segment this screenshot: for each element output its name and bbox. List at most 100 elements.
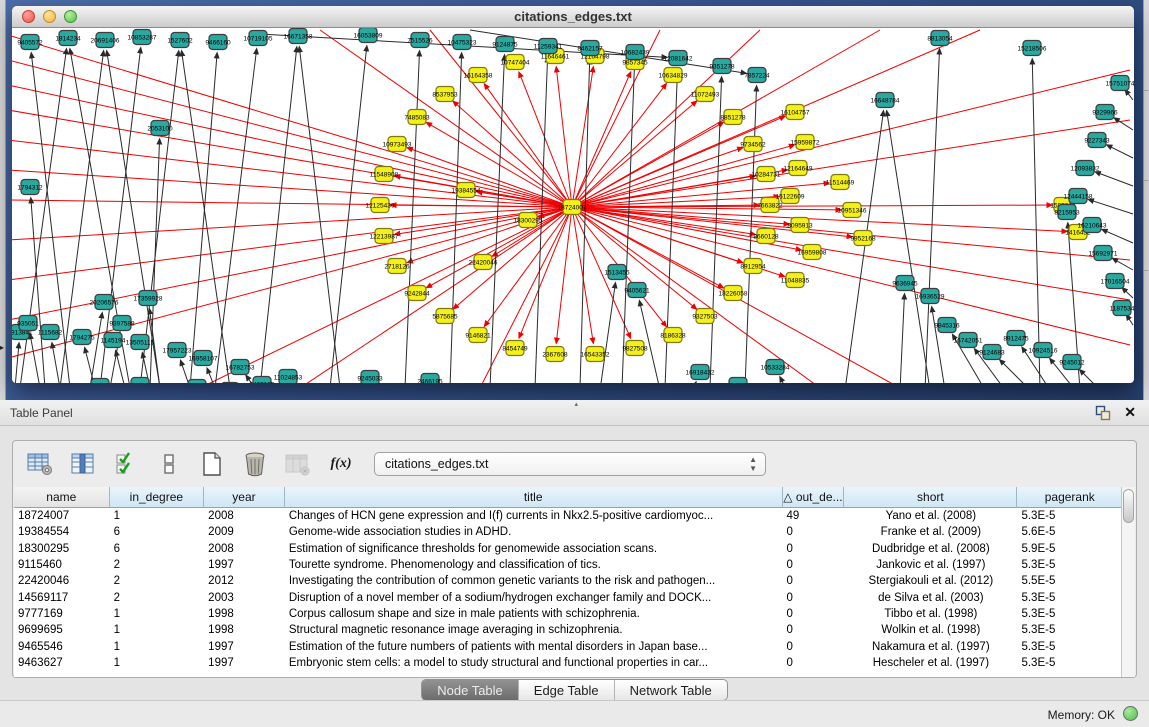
zoom-window-icon[interactable]: [64, 10, 77, 23]
float-panel-icon[interactable]: [1095, 405, 1111, 421]
graph-node[interactable]: 15751074: [1106, 76, 1134, 91]
graph-node[interactable]: 9227343: [1084, 133, 1110, 148]
graph-node[interactable]: 16782753: [226, 360, 255, 375]
graph-node[interactable]: 10853287: [128, 30, 157, 45]
graph-node[interactable]: 11072493: [691, 87, 720, 102]
graph-edge[interactable]: [1114, 118, 1133, 130]
collapse-arrow-icon[interactable]: ▸: [0, 344, 4, 352]
graph-edge[interactable]: [300, 207, 572, 383]
network-window-titlebar[interactable]: citations_edges.txt: [12, 6, 1134, 28]
graph-node[interactable]: 1814234: [55, 31, 81, 46]
graph-node[interactable]: 9397588: [109, 316, 135, 331]
graph-edge[interactable]: [572, 70, 1130, 207]
graph-edge[interactable]: [1125, 90, 1133, 100]
tab-node-table[interactable]: Node Table: [422, 680, 518, 700]
graph-node[interactable]: 9124683: [979, 345, 1005, 360]
graph-node[interactable]: 16671358: [284, 29, 313, 44]
graph-node[interactable]: 20691406: [91, 33, 120, 48]
graph-node[interactable]: 8912475: [1003, 331, 1029, 346]
graph-node[interactable]: 10284731: [752, 167, 781, 182]
graph-node[interactable]: 16648784: [871, 93, 900, 108]
graph-node[interactable]: 1527602: [167, 33, 193, 48]
graph-node[interactable]: 16959808: [798, 245, 827, 260]
graph-edge[interactable]: [330, 46, 367, 383]
graph-edge[interactable]: [52, 343, 60, 383]
function-builder-icon[interactable]: f(x): [327, 450, 355, 478]
graph-node[interactable]: 17016504: [1101, 274, 1130, 289]
column-header-name[interactable]: name: [14, 487, 110, 508]
select-all-icon[interactable]: [112, 450, 140, 478]
graph-node[interactable]: 16936529: [916, 289, 945, 304]
graph-node[interactable]: 11514469: [826, 175, 855, 190]
graph-edge[interactable]: [900, 294, 904, 383]
delete-selected-icon[interactable]: [241, 450, 269, 478]
graph-edge[interactable]: [572, 72, 631, 207]
graph-edge[interactable]: [140, 51, 179, 383]
graph-node[interactable]: 8454749: [502, 341, 528, 356]
table-row[interactable]: 1938455462009Genome-wide association stu…: [14, 524, 1123, 540]
column-header-out_de[interactable]: △ out_de...: [783, 487, 845, 508]
graph-edge[interactable]: [484, 84, 572, 207]
graph-edge[interactable]: [780, 377, 790, 383]
graph-edge[interactable]: [572, 120, 1130, 207]
graph-edge[interactable]: [1000, 360, 1030, 383]
table-mode-icon[interactable]: [26, 450, 54, 478]
graph-node[interactable]: 12081642: [664, 51, 693, 66]
graph-node[interactable]: 9351278: [709, 59, 735, 74]
graph-node[interactable]: 1145194: [101, 333, 126, 348]
graph-edge[interactable]: [845, 111, 883, 383]
table-row[interactable]: 969969511998Structural magnetic resonanc…: [14, 622, 1123, 638]
memory-status-icon[interactable]: [1123, 706, 1138, 721]
graph-edge[interactable]: [12, 60, 572, 207]
graph-edge[interactable]: [320, 30, 572, 207]
graph-edge[interactable]: [30, 334, 40, 383]
graph-node[interactable]: 9327503: [692, 309, 718, 324]
graph-edge[interactable]: [15, 343, 19, 383]
column-header-pagerank[interactable]: pagerank: [1017, 487, 1123, 508]
graph-node[interactable]: 9051346: [184, 380, 210, 384]
column-header-year[interactable]: year: [204, 487, 285, 508]
graph-node[interactable]: 13505115: [126, 335, 155, 350]
column-header-title[interactable]: title: [285, 487, 783, 508]
graph-node[interactable]: 16164358: [464, 68, 493, 83]
graph-node[interactable]: 9827508: [622, 341, 648, 356]
graph-edge[interactable]: [12, 35, 572, 207]
graph-edge[interactable]: [299, 47, 340, 383]
graph-node[interactable]: 9405572: [17, 35, 43, 50]
graph-node[interactable]: 15122609: [776, 189, 805, 204]
table-row[interactable]: 1872400712008Changes of HCN gene express…: [14, 508, 1123, 524]
graph-edge[interactable]: [887, 111, 930, 383]
graph-edge[interactable]: [181, 360, 190, 383]
graph-node[interactable]: 2718126: [384, 259, 410, 274]
graph-node[interactable]: 9845316: [934, 318, 960, 333]
graph-node[interactable]: 15218506: [1018, 41, 1047, 56]
graph-node[interactable]: 1794275: [69, 330, 95, 345]
graph-edge[interactable]: [572, 207, 593, 343]
tab-edge-table[interactable]: Edge Table: [518, 680, 614, 700]
graph-edge[interactable]: [1080, 370, 1100, 383]
graph-node[interactable]: 16742051: [954, 333, 983, 348]
graph-edge[interactable]: [450, 53, 462, 383]
graph-node[interactable]: 22420046: [469, 255, 498, 270]
graph-edge[interactable]: [690, 382, 696, 383]
graph-node[interactable]: 2466195: [417, 374, 443, 384]
graph-node[interactable]: 8462157: [577, 41, 603, 56]
minimize-window-icon[interactable]: [43, 10, 56, 23]
graph-edge[interactable]: [925, 49, 940, 383]
graph-edge[interactable]: [1032, 59, 1040, 383]
graph-node[interactable]: 8660128: [753, 229, 779, 244]
graph-node[interactable]: 8124563: [127, 378, 153, 384]
table-row[interactable]: 946554611997Estimation of the future num…: [14, 638, 1123, 654]
graph-edge[interactable]: [90, 313, 102, 383]
network-canvas[interactable]: 1872400776638228660128891295418226058932…: [12, 28, 1134, 383]
graph-node[interactable]: 10475323: [448, 35, 477, 50]
graph-edge[interactable]: [622, 63, 635, 383]
column-header-in_degree[interactable]: in_degree: [110, 487, 205, 508]
graph-node[interactable]: 16104757: [781, 105, 810, 120]
graph-node[interactable]: 10533284: [761, 360, 790, 375]
column-header-short[interactable]: short: [844, 487, 1017, 508]
graph-node[interactable]: 8813054: [927, 31, 953, 46]
left-panel-edge[interactable]: ▸: [0, 0, 6, 400]
graph-node[interactable]: 9242844: [404, 286, 430, 301]
close-panel-icon[interactable]: ✕: [1124, 404, 1136, 421]
